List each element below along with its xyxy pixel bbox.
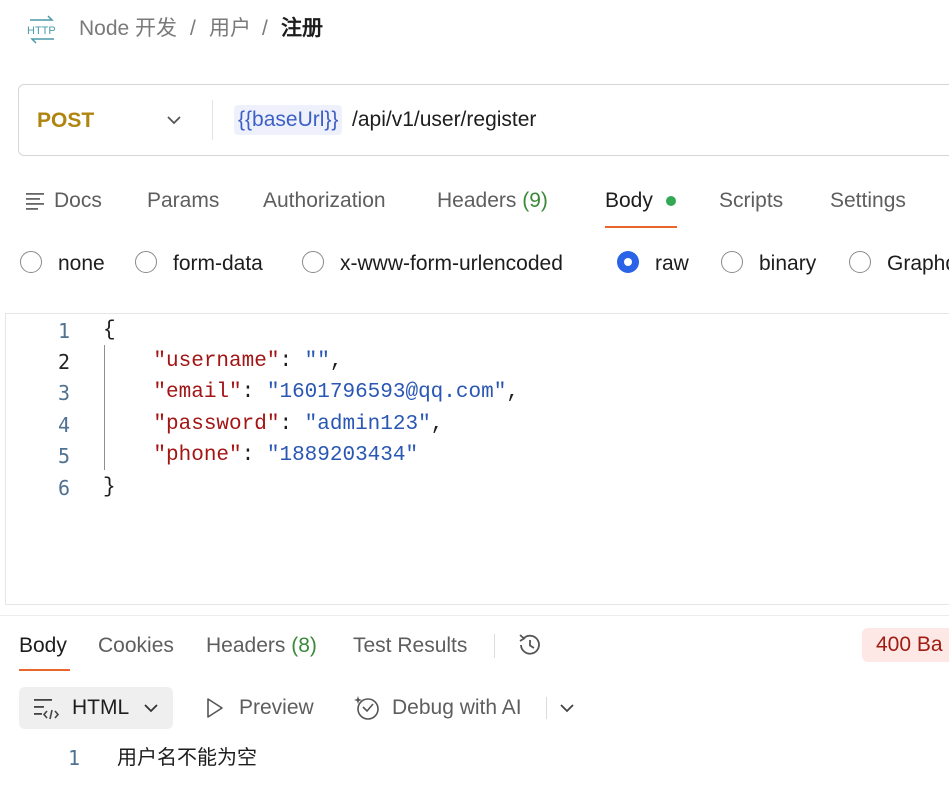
radio-none[interactable] — [20, 251, 42, 273]
breadcrumb-separator: / — [262, 17, 268, 40]
debug-with-ai-button[interactable]: Debug with AI — [392, 694, 522, 722]
radio-none-label[interactable]: none — [58, 250, 105, 278]
radio-binary[interactable] — [721, 251, 743, 273]
tab-body[interactable]: Body — [605, 187, 653, 215]
divider — [546, 697, 547, 719]
code-line: { — [103, 319, 116, 342]
response-divider — [0, 615, 949, 616]
breadcrumb-collection[interactable]: Node 开发 — [79, 16, 177, 42]
line-number: 1 — [57, 319, 70, 343]
divider — [494, 634, 495, 658]
method-select[interactable]: POST — [37, 108, 94, 134]
body-modified-indicator — [666, 196, 676, 206]
line-number: 2 — [57, 350, 70, 374]
code-format-icon — [34, 699, 60, 720]
tab-scripts[interactable]: Scripts — [719, 187, 783, 215]
json-value: "" — [304, 350, 330, 373]
preview-button[interactable]: Preview — [239, 694, 314, 722]
line-number: 6 — [57, 476, 70, 500]
json-key: "password" — [153, 413, 280, 436]
json-key: "email" — [153, 381, 242, 404]
code-line: "username": "", — [153, 350, 343, 373]
tab-docs[interactable]: Docs — [54, 187, 102, 215]
radio-raw-label[interactable]: raw — [655, 250, 689, 278]
response-tab-cookies[interactable]: Cookies — [98, 632, 174, 660]
radio-graphql-label[interactable]: Graphq — [887, 250, 949, 278]
radio-urlencoded-label[interactable]: x-www-form-urlencoded — [340, 250, 563, 278]
tab-params[interactable]: Params — [147, 187, 219, 215]
code-line: "email": "1601796593@qq.com", — [153, 381, 519, 404]
docs-icon — [26, 193, 44, 210]
response-tab-headers-count: (8) — [291, 634, 317, 657]
json-value: "1889203434" — [266, 444, 419, 467]
breadcrumb-current[interactable]: 注册 — [281, 16, 323, 42]
tab-headers-count: (9) — [522, 189, 548, 212]
response-tab-headers[interactable]: Headers (8) — [206, 632, 317, 660]
response-line-number: 1 — [68, 746, 81, 770]
code-line: "phone": "1889203434" — [153, 444, 419, 467]
radio-urlencoded[interactable] — [302, 251, 324, 273]
json-value: "1601796593@qq.com" — [266, 381, 507, 404]
json-key: "username" — [153, 350, 280, 373]
active-tab-underline — [19, 669, 70, 671]
response-tab-headers-label: Headers — [206, 634, 286, 657]
code-line: } — [103, 476, 116, 499]
json-value: "admin123" — [304, 413, 431, 436]
status-badge[interactable]: 400 Ba — [862, 628, 949, 662]
url-input[interactable]: /api/v1/user/register — [352, 106, 536, 134]
chevron-down-icon[interactable] — [557, 698, 577, 718]
radio-binary-label[interactable]: binary — [759, 250, 816, 278]
response-body-text: 用户名不能为空 — [117, 747, 257, 769]
radio-graphql[interactable] — [849, 251, 871, 273]
http-icon: HTTP — [27, 15, 56, 44]
tab-headers-label: Headers — [437, 189, 517, 212]
line-number: 4 — [57, 413, 70, 437]
radio-form-data[interactable] — [135, 251, 157, 273]
debug-ai-icon — [354, 696, 379, 720]
tab-headers[interactable]: Headers (9) — [437, 187, 548, 215]
chevron-down-icon — [144, 704, 158, 713]
url-variable[interactable]: {{baseUrl}} — [234, 105, 343, 135]
chevron-down-icon[interactable] — [164, 110, 184, 130]
radio-raw[interactable] — [617, 251, 639, 273]
line-number: 3 — [57, 381, 70, 405]
active-tab-underline — [605, 226, 677, 228]
format-select-label: HTML — [72, 696, 130, 719]
json-key: "phone" — [153, 444, 242, 467]
history-icon[interactable] — [515, 630, 545, 660]
response-tab-body[interactable]: Body — [19, 632, 67, 660]
play-icon — [207, 698, 223, 718]
tab-authorization[interactable]: Authorization — [263, 187, 386, 215]
svg-text:HTTP: HTTP — [27, 25, 56, 37]
divider — [212, 100, 213, 140]
radio-form-data-label[interactable]: form-data — [173, 250, 263, 278]
breadcrumb-separator: / — [190, 17, 196, 40]
breadcrumb-folder[interactable]: 用户 — [209, 16, 251, 42]
line-number: 5 — [57, 444, 70, 468]
tab-settings[interactable]: Settings — [830, 187, 906, 215]
code-line: "password": "admin123", — [153, 413, 444, 436]
response-tab-test-results[interactable]: Test Results — [353, 632, 467, 660]
